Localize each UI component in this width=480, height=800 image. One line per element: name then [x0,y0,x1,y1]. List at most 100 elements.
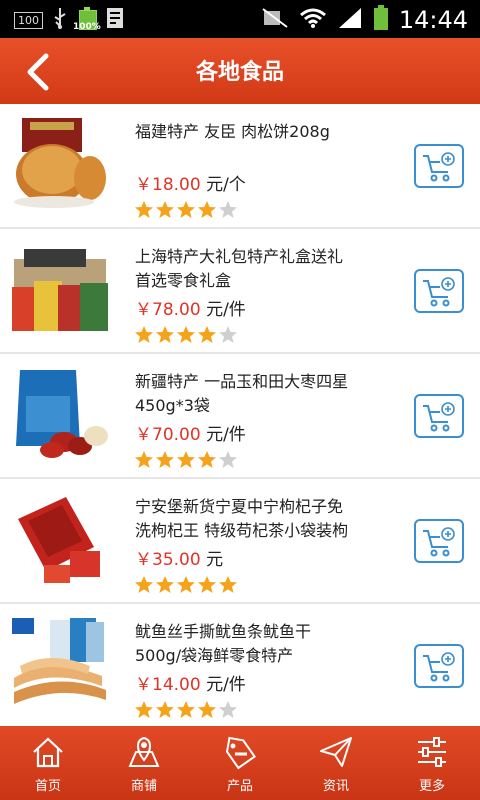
product-name-line: 福建特产 友臣 肉松饼208g [135,122,330,141]
star-filled-icon [198,451,216,468]
star-filled-icon [135,326,153,343]
star-filled-icon [177,451,195,468]
product-unit: 元/件 [206,675,246,695]
star-filled-icon [156,201,174,218]
add-to-cart-button[interactable] [414,519,464,563]
battery-full-icon: 100% [73,7,101,33]
star-empty-icon [219,451,237,468]
star-filled-icon [177,576,195,593]
home-icon [33,737,63,768]
bottom-nav: 首页 商铺 产品 资讯 更多 [0,726,480,800]
product-name-line: 新疆特产 一品玉和田大枣四星 [135,372,349,391]
document-icon [105,6,125,34]
star-filled-icon [198,576,216,593]
star-filled-icon [156,451,174,468]
product-name-line: 450g*3袋 [135,396,210,415]
price-line: ￥78.00 元/件 [135,295,246,320]
star-filled-icon [177,326,195,343]
star-filled-icon [177,201,195,218]
product-row[interactable]: 新疆特产 一品玉和田大枣四星 450g*3袋 ￥70.00 元/件 [0,354,480,479]
paper-plane-icon [320,737,352,767]
product-price: ￥70.00 [135,425,201,445]
battery-icon [373,5,389,35]
star-filled-icon [156,326,174,343]
tab-home[interactable]: 首页 [0,726,96,800]
tab-more[interactable]: 更多 [384,726,480,800]
price-line: ￥70.00 元/件 [135,420,246,445]
product-name: 上海特产大礼包特产礼盒送礼 首选零食礼盒 [135,245,395,293]
tab-products-label: 产品 [226,779,253,794]
cart-plus-icon [423,527,455,557]
tab-shops-label: 商铺 [130,779,157,794]
star-empty-icon [219,701,237,718]
star-filled-icon [198,701,216,718]
rating-stars [134,200,238,220]
star-filled-icon [198,201,216,218]
page-title: 各地食品 [195,60,284,85]
tab-more-label: 更多 [418,779,445,794]
status-time: 14:44 [398,6,468,34]
product-name: 福建特产 友臣 肉松饼208g [135,120,395,144]
product-name: 鱿鱼丝手撕鱿鱼条鱿鱼干 500g/袋海鲜零食特产 [135,620,395,668]
cart-plus-icon [423,277,455,307]
tab-news[interactable]: 资讯 [288,726,384,800]
product-name-line: 上海特产大礼包特产礼盒送礼 [135,247,344,266]
product-unit: 元/个 [206,175,246,195]
product-name-line: 宁安堡新货宁夏中宁枸杞子免 [135,497,344,516]
notification-badge: 100 [14,11,43,29]
product-name: 新疆特产 一品玉和田大枣四星 450g*3袋 [135,370,395,418]
star-empty-icon [219,326,237,343]
product-unit: 元/件 [206,425,246,445]
cart-plus-icon [423,152,455,182]
product-unit: 元/件 [206,300,246,320]
mute-icon [261,7,289,33]
add-to-cart-button[interactable] [414,394,464,438]
product-price: ￥18.00 [135,175,201,195]
price-line: ￥14.00 元/件 [135,670,246,695]
star-filled-icon [135,201,153,218]
add-to-cart-button[interactable] [414,644,464,688]
product-name-line: 500g/袋海鲜零食特产 [135,646,294,665]
add-to-cart-button[interactable] [414,144,464,188]
tab-home-label: 首页 [34,779,61,794]
title-bar: 各地食品 [0,38,480,104]
star-filled-icon [219,576,237,593]
product-name: 宁安堡新货宁夏中宁枸杞子免 洗枸杞王 特级苟杞茶小袋装枸 [135,495,395,543]
product-image [10,116,110,212]
price-line: ￥18.00 元/个 [135,170,246,195]
rating-stars [134,700,238,720]
rating-stars [134,450,238,470]
star-empty-icon [219,201,237,218]
star-filled-icon [156,576,174,593]
rating-stars [134,325,238,345]
star-filled-icon [135,701,153,718]
product-price: ￥35.00 [135,550,201,570]
star-filled-icon [135,451,153,468]
product-unit: 元 [206,550,224,570]
star-filled-icon [198,326,216,343]
product-row[interactable]: 宁安堡新货宁夏中宁枸杞子免 洗枸杞王 特级苟杞茶小袋装枸 ￥35.00 元 [0,479,480,604]
battery-label: 100% [73,22,101,32]
tab-news-label: 资讯 [322,779,349,794]
product-row[interactable]: 上海特产大礼包特产礼盒送礼 首选零食礼盒 ￥78.00 元/件 [0,229,480,354]
sliders-icon [418,737,446,767]
star-filled-icon [177,701,195,718]
product-row[interactable]: 鱿鱼丝手撕鱿鱼条鱿鱼干 500g/袋海鲜零食特产 ￥14.00 元/件 [0,604,480,729]
product-image [10,616,110,712]
status-right: 14:44 [261,5,468,35]
cart-plus-icon [423,402,455,432]
product-image [10,241,110,337]
product-list: 福建特产 友臣 肉松饼208g ￥18.00 元/个 上海特产大礼包特产礼盒送礼… [0,104,480,729]
sale-tag-icon [225,736,256,770]
tab-products[interactable]: 产品 [192,726,288,800]
status-bar: 100 100% 14:44 [0,0,480,38]
usb-icon [51,6,69,34]
product-name-line: 首选零食礼盒 [135,271,232,290]
tab-shops[interactable]: 商铺 [96,726,192,800]
map-pin-icon [128,736,160,767]
wifi-icon [299,7,327,33]
product-row[interactable]: 福建特产 友臣 肉松饼208g ￥18.00 元/个 [0,104,480,229]
product-name-line: 洗枸杞王 特级苟杞茶小袋装枸 [135,521,349,540]
add-to-cart-button[interactable] [414,269,464,313]
product-image [10,491,110,587]
